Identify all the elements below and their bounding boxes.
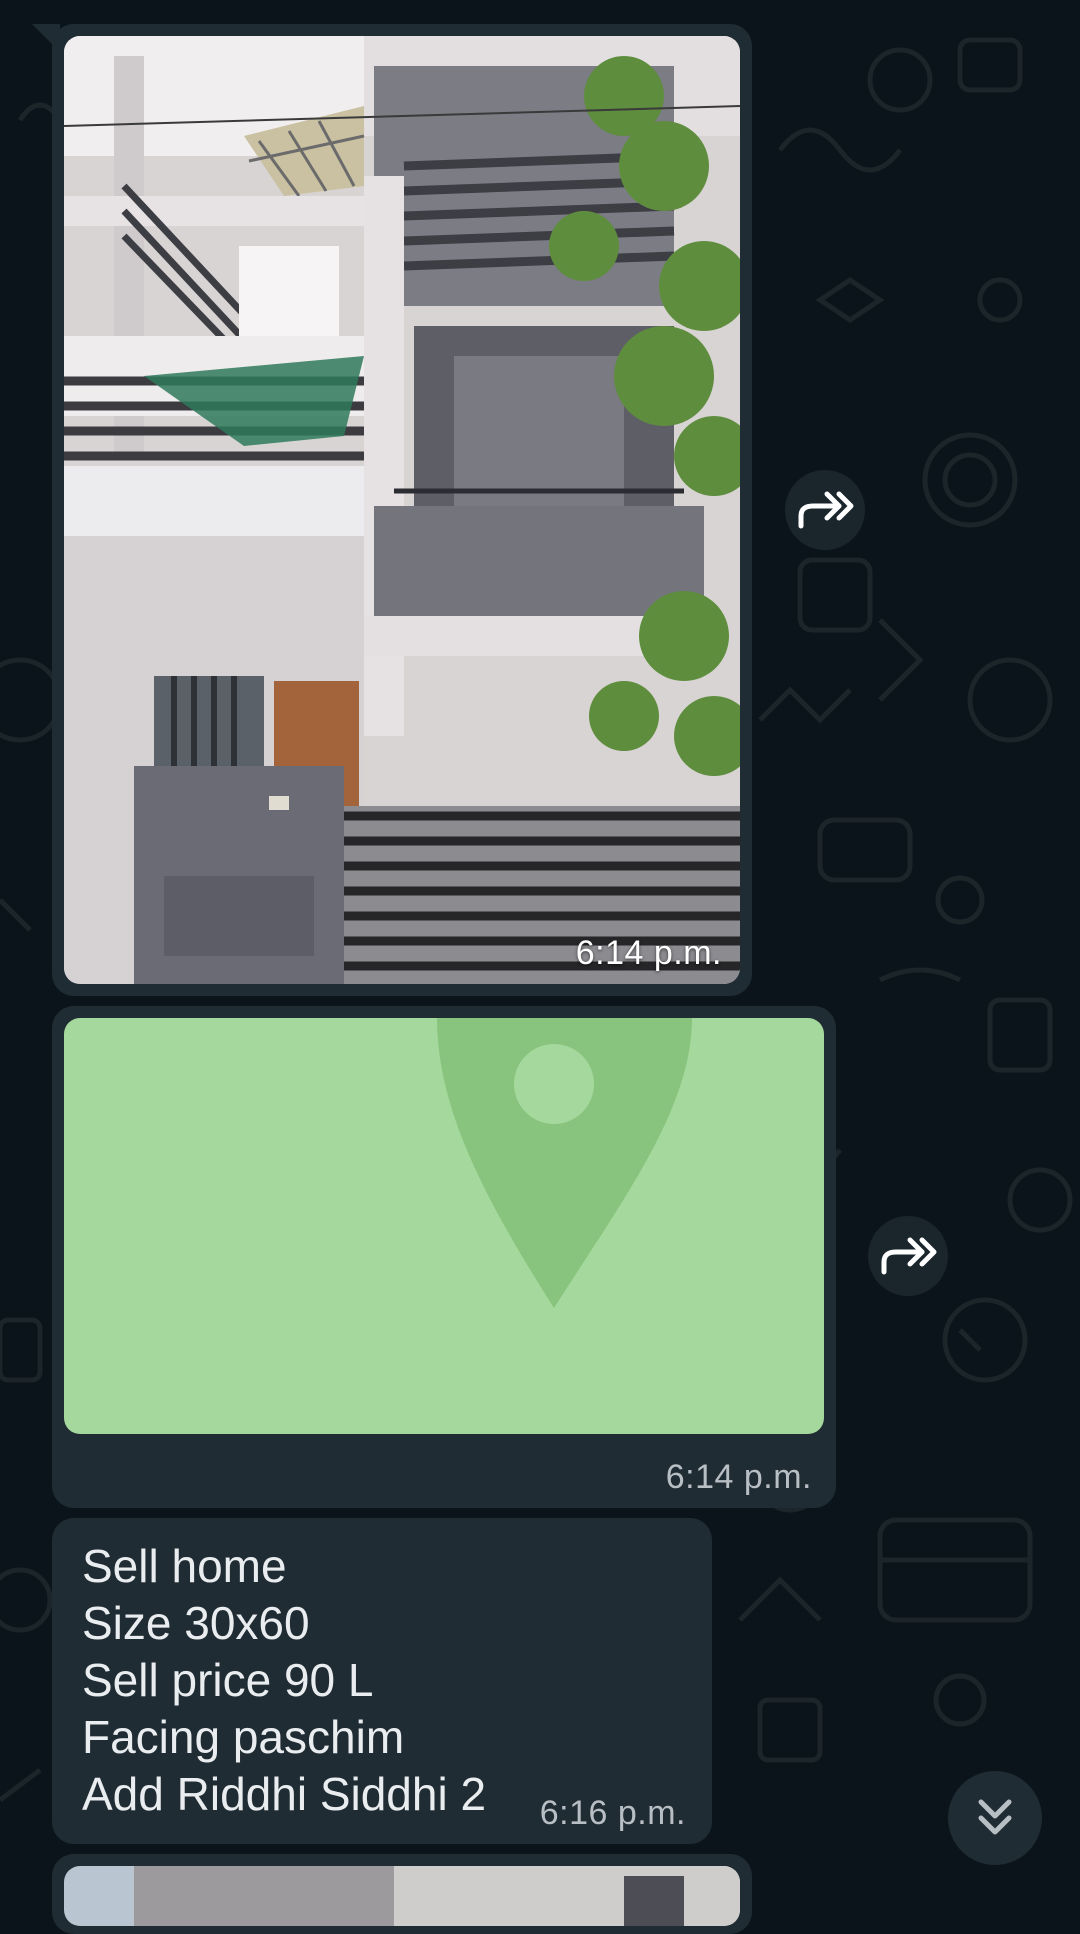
house-photo-partial[interactable]: [64, 1866, 740, 1926]
text-message-bubble[interactable]: Sell home Size 30x60 Sell price 90 L Fac…: [52, 1518, 712, 1844]
message-time: 6:14 p.m.: [665, 1458, 812, 1496]
location-pin-icon: [437, 1018, 692, 1308]
forward-icon: [798, 491, 854, 529]
forward-button[interactable]: [785, 470, 865, 550]
message-line: Size 30x60: [82, 1597, 310, 1649]
image-message-bubble[interactable]: [52, 1854, 752, 1934]
location-message-bubble[interactable]: 6:14 p.m.: [52, 1006, 836, 1508]
location-map-thumbnail[interactable]: [64, 1018, 824, 1434]
forward-button[interactable]: [868, 1216, 948, 1296]
house-photo[interactable]: [64, 36, 740, 984]
forward-icon: [881, 1237, 937, 1275]
message-line: Facing paschim: [82, 1711, 405, 1763]
message-time: 6:16 p.m.: [539, 1794, 686, 1832]
scroll-to-bottom-button[interactable]: [948, 1771, 1042, 1865]
bubble-tail: [32, 24, 60, 52]
double-chevron-down-icon: [978, 1799, 1012, 1835]
message-line: Add Riddhi Siddhi 2: [82, 1768, 487, 1820]
message-line: Sell home: [82, 1540, 287, 1592]
image-message-bubble[interactable]: 6:14 p.m.: [32, 24, 752, 996]
message-text: Sell home Size 30x60 Sell price 90 L Fac…: [82, 1538, 486, 1823]
message-line: Sell price 90 L: [82, 1654, 374, 1706]
message-time: 6:14 p.m.: [575, 934, 722, 972]
